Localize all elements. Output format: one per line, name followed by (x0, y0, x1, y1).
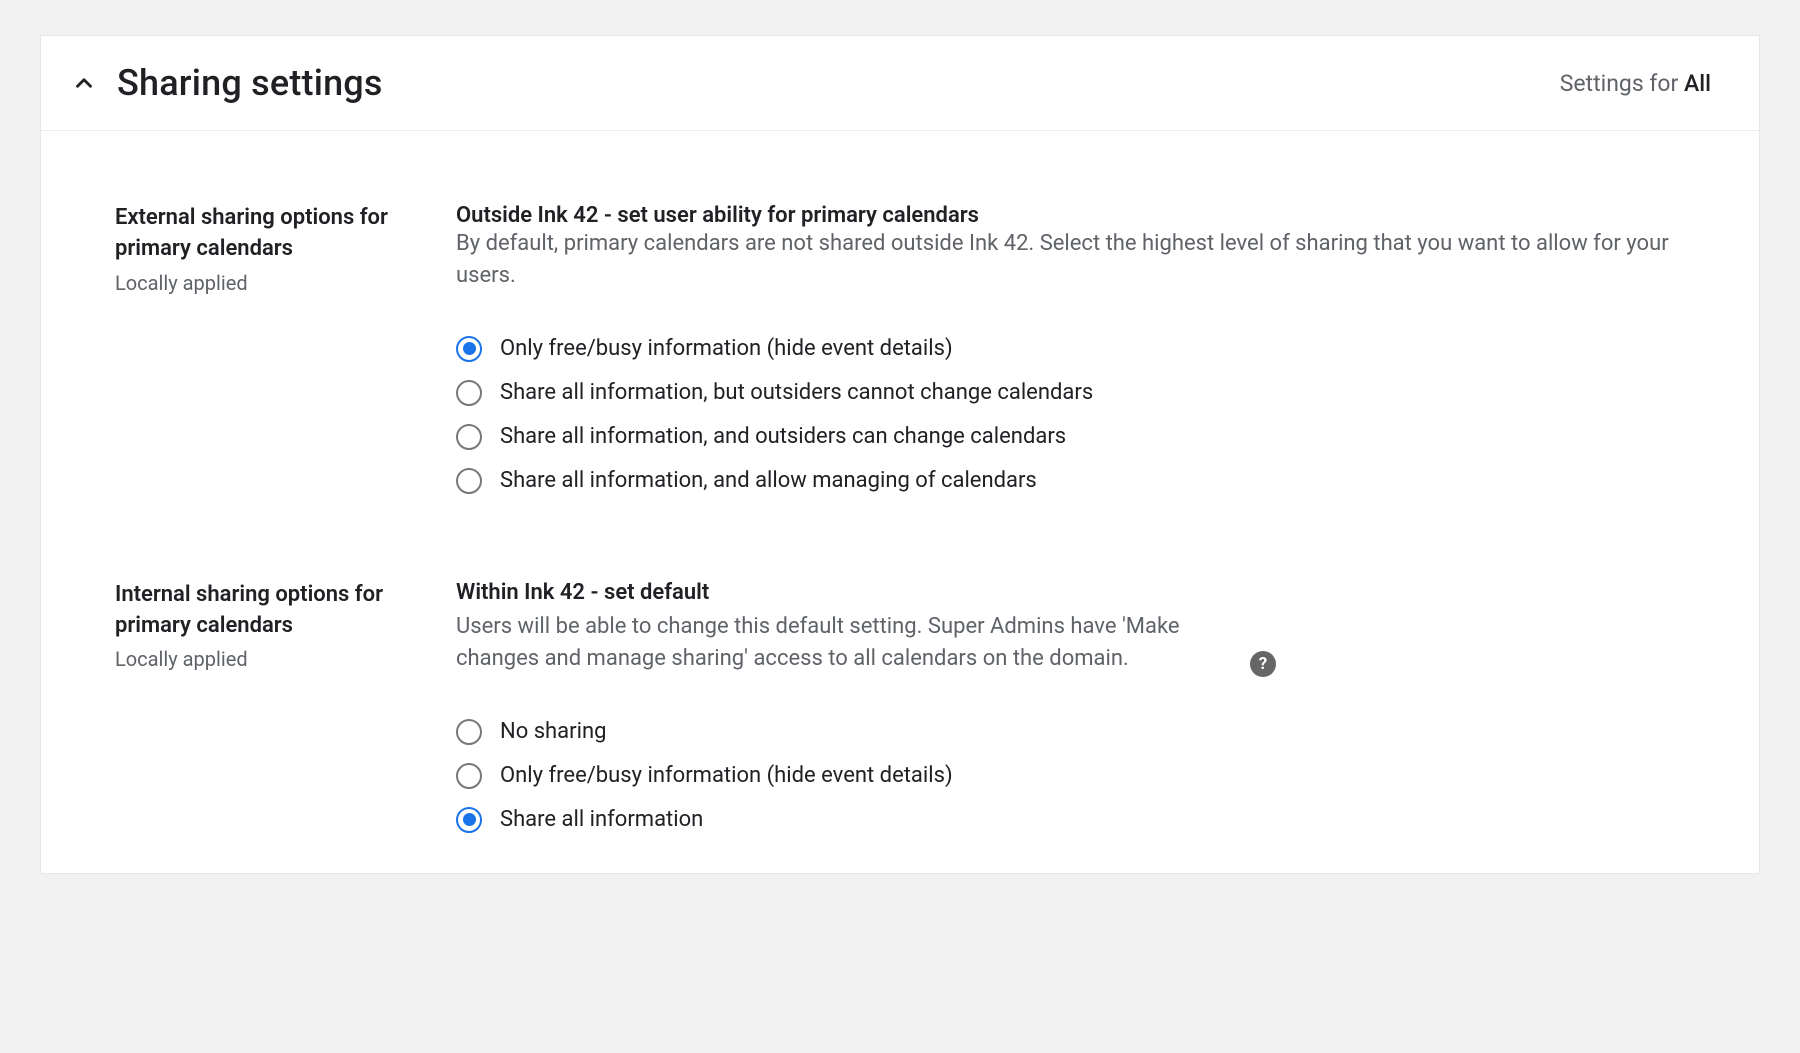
radio-icon (456, 468, 482, 494)
external-option-1[interactable]: Share all information, but outsiders can… (456, 380, 1685, 406)
radio-icon (456, 807, 482, 833)
section-heading: Outside Ink 42 - set user ability for pr… (456, 203, 1685, 228)
external-option-2[interactable]: Share all information, and outsiders can… (456, 424, 1685, 450)
section-label-title: External sharing options for primary cal… (115, 203, 400, 265)
section-label: Internal sharing options for primary cal… (115, 580, 400, 833)
section-content: Within Ink 42 - set default Users will b… (456, 580, 1685, 833)
option-label: Only free/busy information (hide event d… (500, 763, 953, 788)
external-options: Only free/busy information (hide event d… (456, 336, 1685, 494)
section-internal-sharing: Internal sharing options for primary cal… (115, 580, 1685, 833)
settings-for-value: All (1684, 70, 1711, 97)
option-label: Share all information, and allow managin… (500, 468, 1037, 493)
radio-icon (456, 336, 482, 362)
section-label-title: Internal sharing options for primary cal… (115, 580, 400, 642)
internal-option-0[interactable]: No sharing (456, 719, 1685, 745)
help-icon[interactable]: ? (1250, 651, 1276, 677)
section-label: External sharing options for primary cal… (115, 203, 400, 494)
section-external-sharing: External sharing options for primary cal… (115, 203, 1685, 494)
section-description-row: Users will be able to change this defaul… (456, 605, 1276, 675)
radio-icon (456, 380, 482, 406)
radio-icon (456, 719, 482, 745)
section-description: By default, primary calendars are not sh… (456, 231, 1669, 288)
card-title: Sharing settings (117, 62, 383, 104)
section-heading: Within Ink 42 - set default (456, 580, 1685, 605)
option-label: Share all information (500, 807, 703, 832)
settings-card: Sharing settings Settings for All Extern… (40, 35, 1760, 874)
internal-option-1[interactable]: Only free/busy information (hide event d… (456, 763, 1685, 789)
settings-for-label: Settings for (1560, 70, 1684, 97)
section-label-subtitle: Locally applied (115, 269, 400, 297)
option-label: Share all information, but outsiders can… (500, 380, 1093, 405)
external-option-0[interactable]: Only free/busy information (hide event d… (456, 336, 1685, 362)
radio-icon (456, 763, 482, 789)
settings-scope: Settings for All (1560, 70, 1711, 97)
internal-options: No sharing Only free/busy information (h… (456, 719, 1685, 833)
option-label: Only free/busy information (hide event d… (500, 336, 953, 361)
card-header: Sharing settings Settings for All (41, 36, 1759, 131)
section-content: Outside Ink 42 - set user ability for pr… (456, 203, 1685, 494)
radio-icon (456, 424, 482, 450)
section-description: Users will be able to change this defaul… (456, 611, 1236, 675)
option-label: Share all information, and outsiders can… (500, 424, 1066, 449)
page: Sharing settings Settings for All Extern… (0, 0, 1800, 874)
internal-option-2[interactable]: Share all information (456, 807, 1685, 833)
section-label-subtitle: Locally applied (115, 645, 400, 673)
external-option-3[interactable]: Share all information, and allow managin… (456, 468, 1685, 494)
option-label: No sharing (500, 719, 606, 744)
chevron-up-icon[interactable] (69, 68, 99, 98)
card-body: External sharing options for primary cal… (41, 131, 1759, 873)
header-left: Sharing settings (69, 62, 383, 104)
